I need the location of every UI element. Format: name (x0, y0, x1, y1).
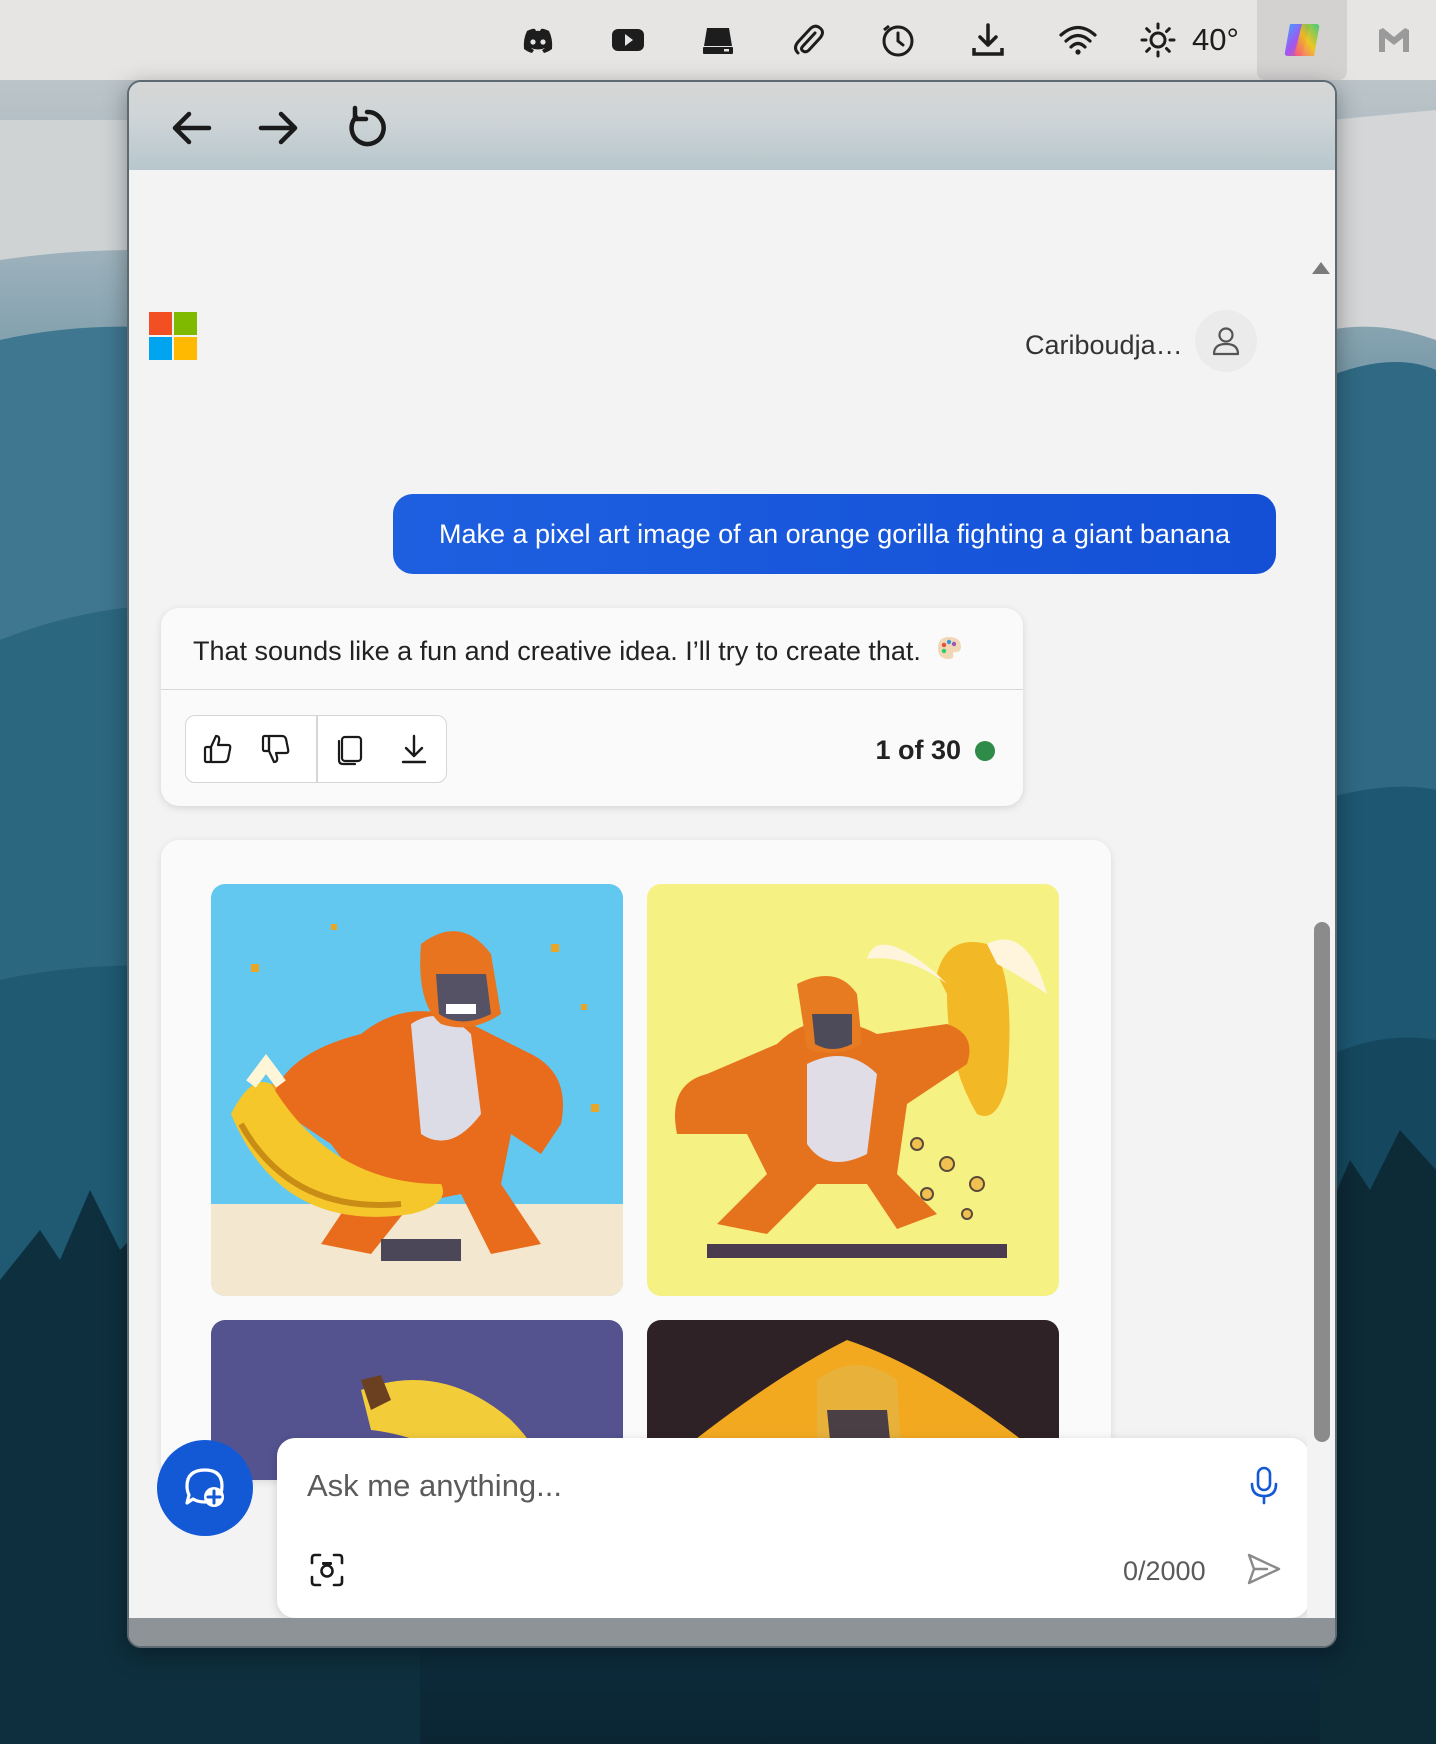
wifi-icon[interactable] (1054, 16, 1102, 64)
brightness-icon[interactable] (1134, 16, 1182, 64)
scrollbar[interactable] (1307, 170, 1335, 1622)
copy-icon[interactable] (318, 716, 382, 782)
chat-composer: 0/2000 (277, 1438, 1309, 1618)
assistant-message: That sounds like a fun and creative idea… (193, 634, 963, 669)
palette-emoji-icon (935, 634, 963, 669)
generated-image-1[interactable] (211, 884, 623, 1296)
assistant-message-text: That sounds like a fun and creative idea… (193, 636, 921, 666)
microphone-icon[interactable] (1239, 1460, 1289, 1510)
browser-window: Cariboudja… Make a pixel art image of an… (127, 80, 1337, 1648)
generated-images-card (161, 840, 1111, 1480)
timer-icon[interactable] (874, 16, 922, 64)
back-arrow-icon[interactable] (165, 102, 217, 154)
message-actions (185, 715, 447, 783)
new-chat-icon (185, 1468, 224, 1507)
account-name[interactable]: Cariboudja… (1025, 330, 1183, 361)
discord-icon[interactable] (514, 16, 562, 64)
copilot-icon[interactable] (1257, 0, 1347, 80)
new-topic-button[interactable] (157, 1440, 253, 1536)
divider (161, 689, 1023, 690)
thumbs-up-icon[interactable] (186, 716, 250, 782)
window-bottom-bar (129, 1618, 1335, 1646)
browser-toolbar (129, 82, 1335, 170)
youtube-icon[interactable] (604, 16, 652, 64)
character-count: 0/2000 (1123, 1556, 1206, 1586)
person-icon (1212, 327, 1240, 356)
download-icon[interactable] (382, 716, 446, 782)
response-counter: 1 of 30 (875, 735, 995, 766)
gmail-icon[interactable] (1370, 16, 1418, 64)
thumbs-down-icon[interactable] (244, 716, 308, 782)
avatar[interactable] (1195, 310, 1257, 372)
system-taskbar: 40° (0, 0, 1436, 80)
scroll-up-arrow-icon[interactable] (1312, 262, 1330, 274)
visual-search-icon[interactable] (305, 1548, 349, 1592)
status-dot (975, 740, 995, 761)
user-message-bubble: Make a pixel art image of an orange gori… (393, 494, 1276, 574)
send-icon[interactable] (1239, 1544, 1289, 1594)
copilot-page: Cariboudja… Make a pixel art image of an… (129, 170, 1309, 1622)
forward-arrow-icon[interactable] (253, 102, 305, 154)
paperclip-icon[interactable] (784, 16, 832, 64)
chat-input[interactable] (307, 1466, 1187, 1506)
assistant-message-card: That sounds like a fun and creative idea… (161, 608, 1023, 806)
microsoft-logo[interactable] (149, 312, 197, 360)
generated-image-2[interactable] (647, 884, 1059, 1296)
reload-icon[interactable] (341, 102, 393, 154)
user-message-text: Make a pixel art image of an orange gori… (438, 518, 1230, 549)
scroll-thumb[interactable] (1314, 922, 1330, 1442)
download-icon[interactable] (964, 16, 1012, 64)
counter-text: 1 of 30 (875, 735, 961, 765)
temperature: 40° (1192, 22, 1239, 57)
drive-icon[interactable] (694, 16, 742, 64)
